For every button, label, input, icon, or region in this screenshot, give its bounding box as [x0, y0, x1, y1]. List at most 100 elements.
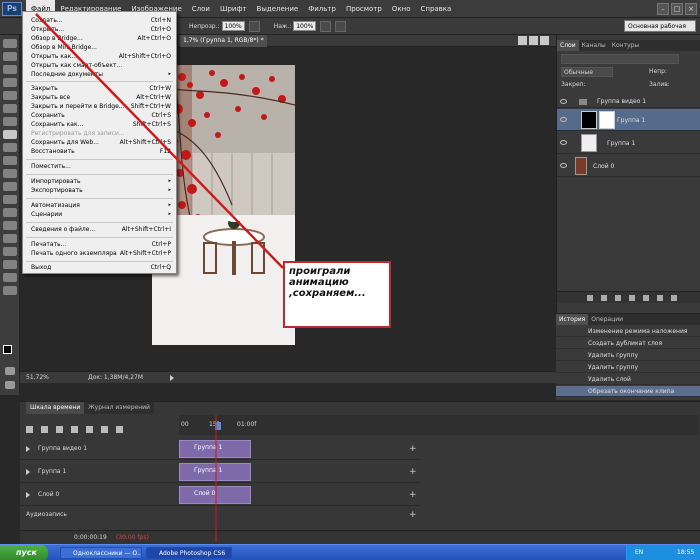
path-select-tool-icon[interactable] — [2, 247, 17, 256]
move-tool-icon[interactable] — [2, 39, 17, 48]
foreground-color-swatch[interactable] — [3, 345, 12, 354]
start-button[interactable]: пуск — [0, 545, 48, 560]
stamp-tool-icon[interactable] — [2, 143, 17, 152]
tab-timeline[interactable]: Шкала времени — [26, 402, 85, 414]
tab-paths[interactable]: Контуры — [609, 40, 642, 51]
menu-window[interactable]: Окно — [387, 0, 416, 18]
add-media-icon[interactable]: + — [409, 490, 417, 500]
clock[interactable]: 18:55 — [677, 545, 694, 560]
minimize-icon[interactable]: – — [657, 2, 669, 15]
menu-item-export[interactable]: Экспортировать ▸ — [31, 186, 173, 195]
eye-icon[interactable] — [560, 140, 567, 145]
playhead-icon[interactable] — [215, 422, 221, 430]
close-icon[interactable]: × — [685, 2, 697, 15]
eye-icon[interactable] — [560, 163, 567, 168]
menu-item-open-smart-object[interactable]: Открыть как смарт-объект... — [31, 61, 173, 70]
eraser-tool-icon[interactable] — [2, 169, 17, 178]
menu-item-revert[interactable]: Восстановить F12 — [31, 147, 173, 156]
tab-history[interactable]: История — [556, 314, 589, 325]
quick-mask-icon[interactable] — [5, 367, 15, 375]
history-item[interactable]: Изменение режима наложения — [556, 326, 700, 337]
expand-arrow-icon[interactable] — [26, 492, 30, 498]
new-group-icon[interactable] — [643, 295, 649, 301]
pressure-size-icon[interactable] — [335, 20, 347, 32]
doc-close-icon[interactable] — [540, 36, 549, 45]
history-brush-tool-icon[interactable] — [2, 156, 17, 165]
hand-tool-icon[interactable] — [2, 273, 17, 282]
clip[interactable]: Группа 1 — [179, 440, 251, 458]
menu-filter[interactable]: Фильтр — [303, 0, 341, 18]
marquee-tool-icon[interactable] — [2, 52, 17, 61]
eye-icon[interactable] — [560, 117, 567, 122]
menu-item-open[interactable]: Открыть... Ctrl+O — [31, 25, 173, 34]
language-indicator[interactable]: EN — [635, 545, 643, 560]
zoom-level[interactable]: 51,72% — [26, 372, 49, 384]
menu-item-place[interactable]: Поместить... — [31, 162, 173, 171]
trash-icon[interactable] — [671, 295, 677, 301]
track-group-1[interactable]: Группа 1 Группа 1 — [20, 461, 420, 483]
clip[interactable]: Слой 0 — [179, 486, 251, 504]
layer-row-group-1-selected[interactable]: Группа 1 — [557, 109, 700, 131]
menu-item-save-for-web[interactable]: Сохранить для Web... Alt+Shift+Ctrl+S — [31, 138, 173, 147]
taskbar-item-photoshop[interactable]: Adobe Photoshop CS6 — [146, 547, 232, 559]
doc-restore-icon[interactable] — [529, 36, 538, 45]
pressure-opacity-icon[interactable] — [248, 20, 260, 32]
fx-icon[interactable] — [601, 295, 607, 301]
menu-help[interactable]: Справка — [415, 0, 456, 18]
track-layer-0[interactable]: Слой 0 Слой 0 — [20, 484, 420, 506]
add-mask-icon[interactable] — [615, 295, 621, 301]
menu-item-exit[interactable]: Выход Ctrl+Q — [31, 263, 173, 272]
menu-item-automate[interactable]: Автоматизация ▸ — [31, 201, 173, 210]
doc-minimize-icon[interactable] — [518, 36, 527, 45]
layer-row-group-1[interactable]: Группа 1 — [557, 132, 700, 154]
menu-type[interactable]: Шрифт — [215, 0, 252, 18]
link-layers-icon[interactable] — [587, 295, 593, 301]
transition-icon[interactable] — [116, 426, 123, 433]
next-frame-icon[interactable] — [71, 426, 78, 433]
history-item[interactable]: Создать дубликат слоя — [556, 338, 700, 349]
history-item-selected[interactable]: Обрезать окончание клипа — [556, 386, 700, 397]
gradient-tool-icon[interactable] — [2, 182, 17, 191]
type-tool-icon[interactable] — [2, 234, 17, 243]
timeline-ruler[interactable]: 00 15f 01:00f — [179, 415, 699, 435]
menu-item-browse-mini-bridge[interactable]: Обзор в Mini Bridge... — [31, 43, 173, 52]
crop-tool-icon[interactable] — [2, 91, 17, 100]
new-layer-icon[interactable] — [657, 295, 663, 301]
clip[interactable]: Группа 1 — [179, 463, 251, 481]
airbrush-icon[interactable] — [320, 20, 332, 32]
menu-item-browse-bridge[interactable]: Обзор в Bridge... Alt+Ctrl+O — [31, 34, 173, 43]
prev-frame-icon[interactable] — [41, 426, 48, 433]
menu-item-scripts[interactable]: Сценарии ▸ — [31, 210, 173, 219]
expand-arrow-icon[interactable] — [26, 469, 30, 475]
lasso-tool-icon[interactable] — [2, 65, 17, 74]
taskbar-item-browser[interactable]: Одноклассники — О... — [60, 547, 142, 559]
track-video-group[interactable]: Группа видео 1 Группа 1 — [20, 438, 420, 460]
menu-item-close-go-bridge[interactable]: Закрыть и перейти в Bridge... Shift+Ctrl+… — [31, 102, 173, 111]
blur-tool-icon[interactable] — [2, 195, 17, 204]
tab-measurement-log[interactable]: Журнал измерений — [84, 402, 154, 414]
history-item[interactable]: Удалить слой — [556, 374, 700, 385]
shape-tool-icon[interactable] — [2, 260, 17, 269]
opacity-field[interactable]: 100% — [221, 21, 245, 31]
menu-item-import[interactable]: Импортировать ▸ — [31, 177, 173, 186]
menu-item-save-as[interactable]: Сохранить как... Shift+Ctrl+S — [31, 120, 173, 129]
menu-item-recent[interactable]: Последние документы ▸ — [31, 70, 173, 79]
menu-view[interactable]: Просмотр — [341, 0, 387, 18]
menu-item-close-all[interactable]: Закрыть все Alt+Ctrl+W — [31, 93, 173, 102]
add-audio-icon[interactable]: + — [409, 510, 417, 520]
audio-track[interactable]: Аудиозапись — [20, 508, 180, 522]
expand-arrow-icon[interactable] — [26, 446, 30, 452]
play-icon[interactable] — [56, 426, 63, 433]
tab-layers[interactable]: Слои — [557, 40, 579, 51]
quick-select-tool-icon[interactable] — [2, 78, 17, 87]
tab-channels[interactable]: Каналы — [579, 40, 609, 51]
brush-tool-icon[interactable] — [2, 130, 17, 139]
zoom-tool-icon[interactable] — [2, 286, 17, 295]
workspace-select[interactable]: Основная рабочая среда — [624, 20, 696, 42]
adjustment-layer-icon[interactable] — [629, 295, 635, 301]
eyedropper-tool-icon[interactable] — [2, 104, 17, 113]
dodge-tool-icon[interactable] — [2, 208, 17, 217]
menu-item-close[interactable]: Закрыть Ctrl+W — [31, 84, 173, 93]
status-arrow-icon[interactable] — [170, 375, 175, 381]
layer-row-layer-0[interactable]: Слой 0 — [557, 155, 700, 177]
